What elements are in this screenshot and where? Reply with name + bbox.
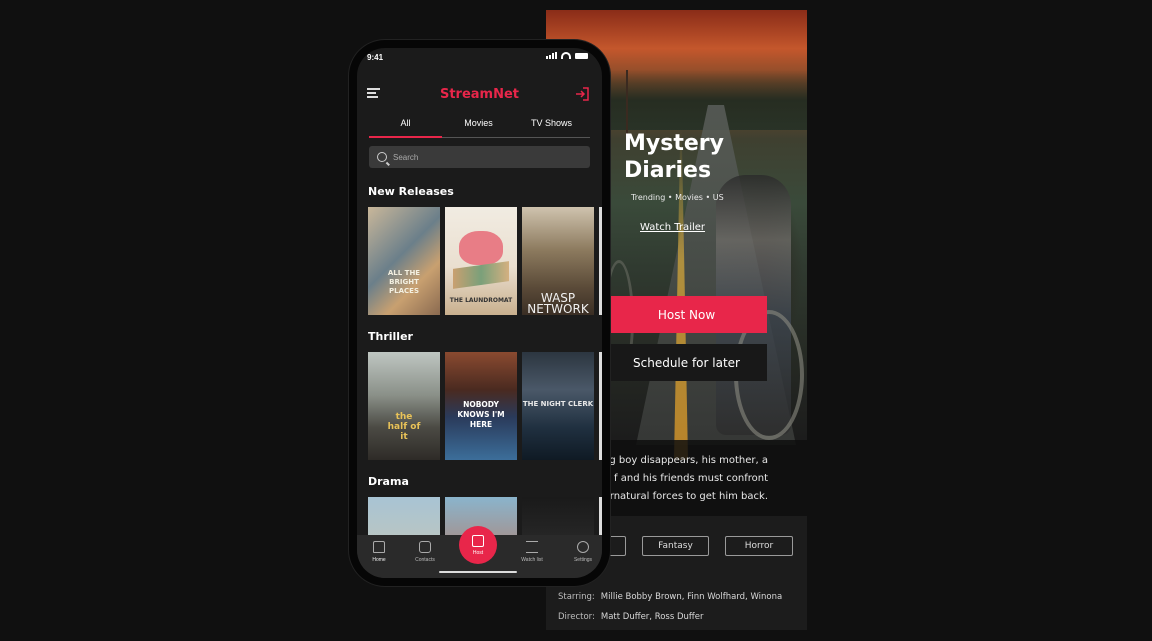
home-indicator <box>439 571 517 573</box>
host-now-button[interactable]: Host Now <box>606 296 767 333</box>
search-icon <box>377 152 387 162</box>
genre-chip-horror[interactable]: Horror <box>725 536 793 556</box>
poster-row-thriller: the half of it NOBODY KNOWS I'M HERE THE… <box>368 352 602 460</box>
schedule-later-button[interactable]: Schedule for later <box>606 344 767 381</box>
status-bar: 9:41 <box>357 48 602 68</box>
watchlist-icon <box>526 541 538 553</box>
host-icon <box>472 534 484 547</box>
login-icon[interactable] <box>574 86 590 102</box>
wifi-icon <box>561 52 571 59</box>
contacts-icon <box>419 541 431 553</box>
poster-card[interactable] <box>522 497 594 537</box>
section-title-new-releases: New Releases <box>368 185 454 198</box>
tab-movies[interactable]: Movies <box>442 118 515 128</box>
poster-row-new-releases: ALL THE BRIGHT PLACES THE LAUNDROMAT WAS… <box>368 207 602 315</box>
poster-card[interactable]: THE NIGHT CLERK <box>522 352 594 460</box>
poster-card[interactable]: NOBODY KNOWS I'M HERE <box>445 352 517 460</box>
app-bar: StreamNet <box>357 76 602 106</box>
nav-host-button[interactable]: Host <box>459 526 497 564</box>
director-credit: Director: Matt Duffer, Ross Duffer <box>558 612 704 622</box>
tab-all[interactable]: All <box>369 118 442 138</box>
status-time: 9:41 <box>367 53 384 62</box>
home-icon <box>373 541 385 553</box>
battery-icon <box>575 52 588 59</box>
watch-trailer-link[interactable]: Watch Trailer <box>640 222 705 233</box>
stage: Mystery Diaries Trending • Movies • US W… <box>0 0 1152 641</box>
nav-watch-list[interactable]: Watch list <box>512 541 552 563</box>
signal-icon <box>546 52 557 59</box>
nav-home[interactable]: Home <box>359 541 399 563</box>
section-title-drama: Drama <box>368 475 409 488</box>
poster-card[interactable] <box>368 497 440 537</box>
poster-card[interactable]: WASP NETWORK <box>522 207 594 315</box>
phone-frame: 9:41 StreamNet All Movies TV Shows Searc… <box>349 40 610 586</box>
starring-credit: Starring: Millie Bobby Brown, Finn Wolfha… <box>558 592 783 602</box>
poster-card[interactable]: the half of it <box>368 352 440 460</box>
settings-icon <box>577 541 589 553</box>
genre-chip-fantasy[interactable]: Fantasy <box>642 536 709 556</box>
section-title-thriller: Thriller <box>368 330 413 343</box>
piggy-bank-icon <box>459 231 503 265</box>
tab-tv-shows[interactable]: TV Shows <box>515 118 588 128</box>
search-bar[interactable] <box>369 146 590 168</box>
poster-card[interactable]: ALL THE BRIGHT PLACES <box>368 207 440 315</box>
phone-screen: 9:41 StreamNet All Movies TV Shows Searc… <box>357 48 602 578</box>
poster-card[interactable]: THE LAUNDROMAT <box>445 207 517 315</box>
movie-title: Mystery Diaries <box>624 131 724 183</box>
movie-meta: Trending • Movies • US <box>631 193 724 202</box>
nav-contacts[interactable]: Contacts <box>405 541 445 563</box>
nav-settings[interactable]: Settings <box>563 541 602 563</box>
category-tabs: All Movies TV Shows <box>369 112 590 138</box>
app-brand: StreamNet <box>439 87 520 102</box>
search-input[interactable] <box>393 152 573 162</box>
